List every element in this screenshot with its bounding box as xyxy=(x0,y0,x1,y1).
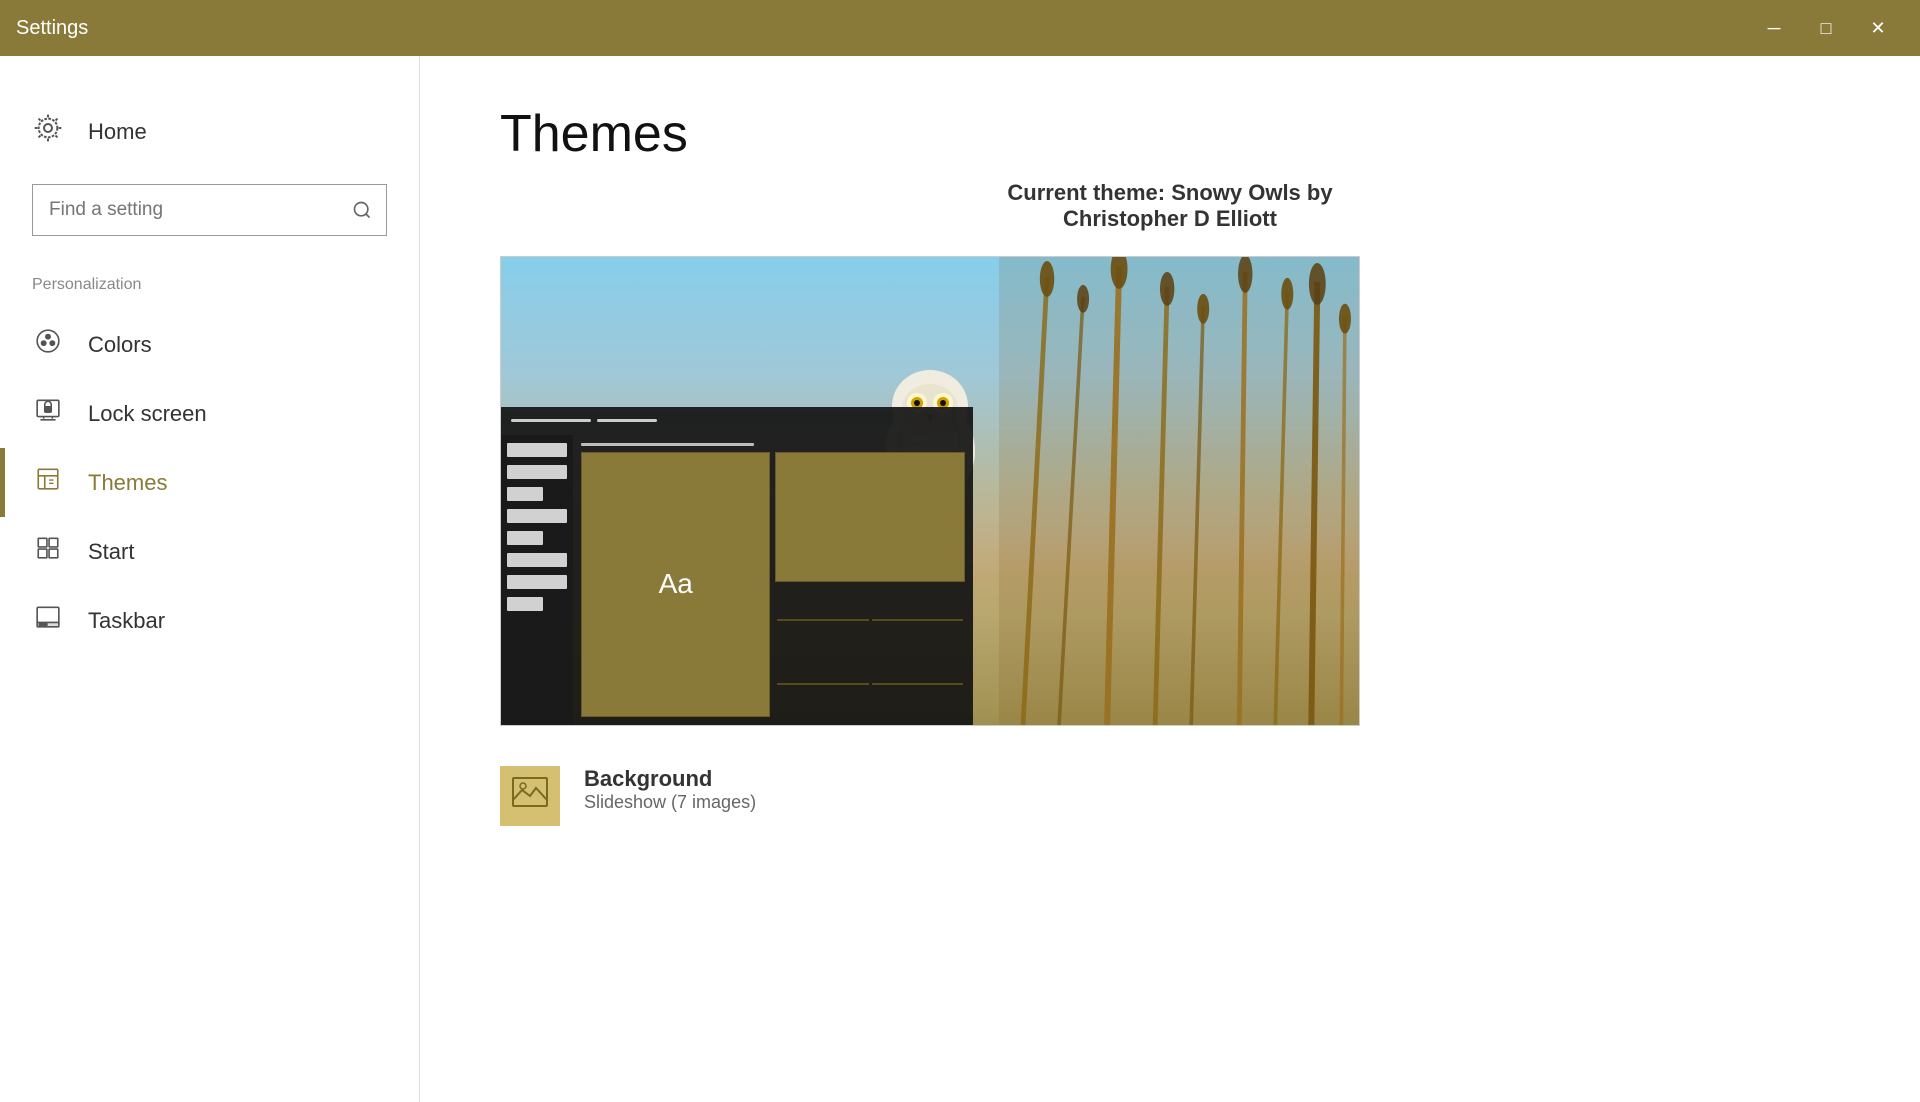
sidebar-item-taskbar[interactable]: Taskbar xyxy=(0,586,419,655)
menu-line-2 xyxy=(597,419,657,422)
small-tile-2 xyxy=(872,619,963,621)
overlay-sidebar-item-6 xyxy=(507,553,567,567)
sidebar-item-lock-screen[interactable]: Lock screen xyxy=(0,379,419,448)
menu-line-1 xyxy=(511,419,591,422)
reeds xyxy=(999,257,1359,725)
theme-preview: Aa xyxy=(500,256,1360,726)
overlay-sidebar xyxy=(501,435,573,725)
lock-screen-label: Lock screen xyxy=(88,401,207,427)
maximize-button[interactable]: □ xyxy=(1800,0,1852,56)
start-icon xyxy=(32,535,64,568)
start-label: Start xyxy=(88,539,134,565)
aa-label: Aa xyxy=(659,568,693,600)
overlay-sidebar-item-5 xyxy=(507,531,543,545)
search-icon xyxy=(338,184,386,236)
overlay-tile-top-right xyxy=(775,452,964,582)
sidebar-item-themes[interactable]: Themes xyxy=(0,448,419,517)
overlay-main: Aa xyxy=(573,435,973,725)
close-button[interactable]: ✕ xyxy=(1852,0,1904,56)
current-theme-label: Current theme: Snowy Owls byChristopher … xyxy=(500,180,1840,232)
colors-label: Colors xyxy=(88,332,152,358)
overlay-tile-small xyxy=(775,587,964,717)
overlay-sidebar-item-4 xyxy=(507,509,567,523)
background-title: Background xyxy=(584,766,756,792)
themes-label: Themes xyxy=(88,470,167,496)
background-text: Background Slideshow (7 images) xyxy=(584,766,756,813)
main-content: Home Personalization xyxy=(0,56,1920,1102)
home-icon xyxy=(32,112,64,152)
themes-icon xyxy=(32,466,64,499)
small-tile-3 xyxy=(777,683,868,685)
sidebar-section-label: Personalization xyxy=(0,268,419,310)
overlay-body: Aa xyxy=(501,435,973,725)
overlay-title-bar xyxy=(581,443,754,446)
overlay-sidebar-item-2 xyxy=(507,465,567,479)
app-title: Settings xyxy=(16,17,88,40)
background-subtitle: Slideshow (7 images) xyxy=(584,792,756,813)
window-controls: ─ □ ✕ xyxy=(1748,0,1904,56)
page-title: Themes xyxy=(500,104,1840,164)
background-icon xyxy=(512,774,548,818)
search-input[interactable] xyxy=(33,199,338,221)
minimize-button[interactable]: ─ xyxy=(1748,0,1800,56)
colors-icon xyxy=(32,328,64,361)
titlebar: Settings ─ □ ✕ xyxy=(0,0,1920,56)
taskbar-icon xyxy=(32,604,64,637)
sidebar-item-home[interactable]: Home xyxy=(0,96,419,168)
search-box xyxy=(32,184,387,236)
small-tile-1 xyxy=(777,619,868,621)
overlay-tiles: Aa xyxy=(581,452,965,717)
background-icon-wrap xyxy=(500,766,560,826)
home-label: Home xyxy=(88,119,147,145)
content-area: Themes Current theme: Snowy Owls byChris… xyxy=(420,56,1920,1102)
overlay-sidebar-item-8 xyxy=(507,597,543,611)
taskbar-label: Taskbar xyxy=(88,608,165,634)
overlay-sidebar-item-7 xyxy=(507,575,567,589)
overlay-topbar xyxy=(501,407,973,435)
lock-screen-icon xyxy=(32,397,64,430)
sidebar: Home Personalization xyxy=(0,56,420,1102)
background-section: Background Slideshow (7 images) xyxy=(500,766,1840,826)
sidebar-item-colors[interactable]: Colors xyxy=(0,310,419,379)
theme-ui-overlay: Aa xyxy=(501,407,973,725)
overlay-sidebar-item-3 xyxy=(507,487,543,501)
sidebar-item-start[interactable]: Start xyxy=(0,517,419,586)
overlay-sidebar-item-1 xyxy=(507,443,567,457)
overlay-tile-aa: Aa xyxy=(581,452,770,717)
small-tile-4 xyxy=(872,683,963,685)
